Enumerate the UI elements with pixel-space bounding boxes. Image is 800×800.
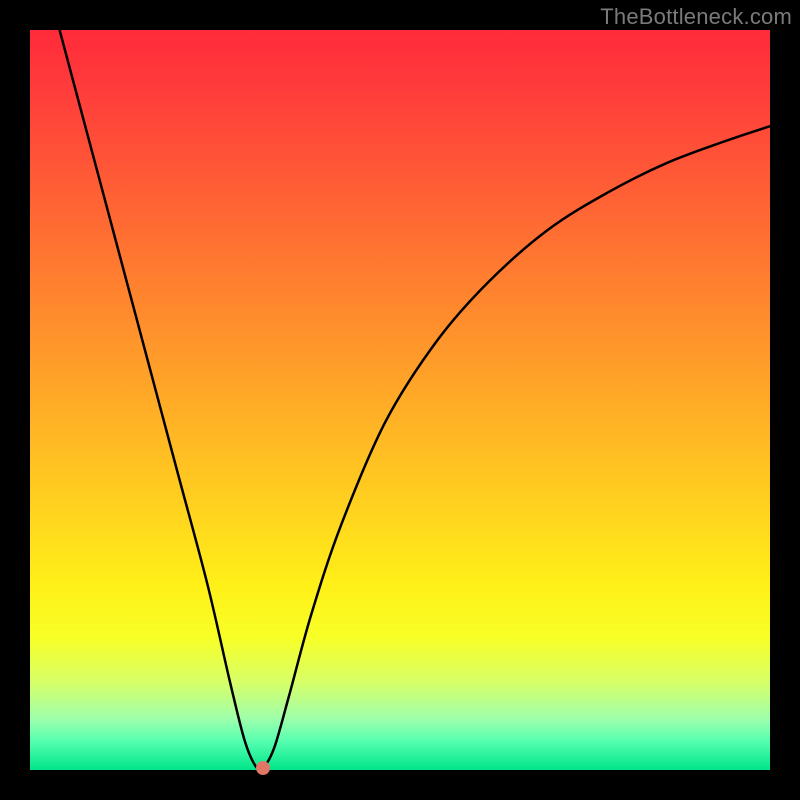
optimum-marker <box>256 761 270 775</box>
plot-area <box>30 30 770 770</box>
bottleneck-curve <box>60 30 770 770</box>
chart-frame: TheBottleneck.com <box>0 0 800 800</box>
watermark-text: TheBottleneck.com <box>600 4 792 30</box>
curve-svg <box>30 30 770 770</box>
